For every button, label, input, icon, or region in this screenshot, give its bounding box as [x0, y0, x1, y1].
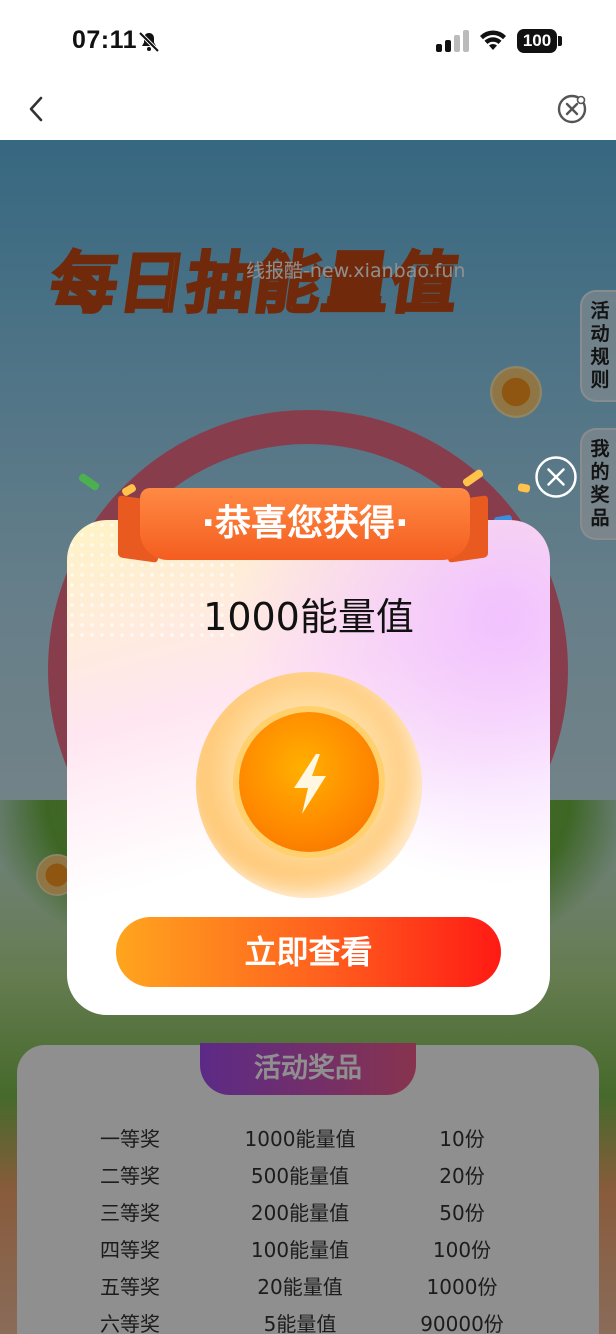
- close-circle-icon[interactable]: [556, 93, 588, 125]
- view-now-button[interactable]: 立即查看: [116, 917, 501, 987]
- nav-bar: [0, 84, 616, 140]
- lottery-page: 07:11 100 每日抽能量值 线报酷-new.xianbao.fun 活动规…: [0, 0, 616, 1334]
- lightning-bolt-icon: [294, 754, 326, 814]
- bell-muted-icon: [138, 31, 160, 53]
- status-bar: 07:11 100: [0, 0, 616, 84]
- chevron-left-icon[interactable]: [22, 94, 52, 124]
- prize-amount: 1000能量值: [203, 595, 414, 639]
- status-time: 07:11: [72, 26, 138, 54]
- wifi-icon: [480, 30, 506, 50]
- close-circle-icon[interactable]: [534, 455, 578, 499]
- congrats-ribbon: ·恭喜您获得·: [140, 488, 470, 560]
- battery-tip: [558, 36, 562, 46]
- signal-icon: [436, 30, 469, 52]
- battery-icon: 100: [517, 29, 557, 53]
